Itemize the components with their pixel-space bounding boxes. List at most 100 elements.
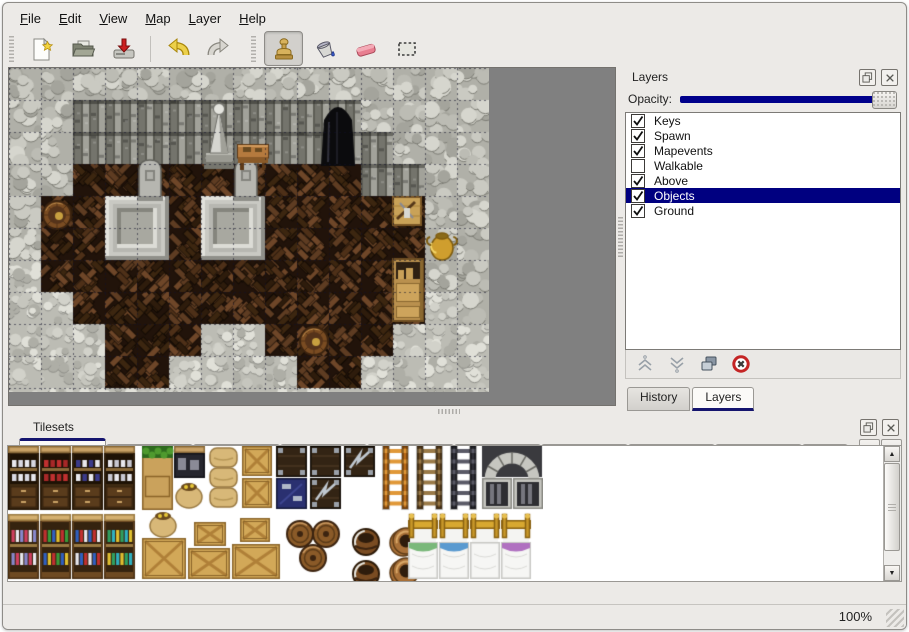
scrollbar-thumb[interactable]: [884, 463, 900, 551]
fill-tool-button[interactable]: [305, 31, 344, 66]
layer-visibility-checkbox[interactable]: [631, 204, 645, 218]
float-panel-button[interactable]: [859, 69, 876, 86]
checkmark-icon: [632, 190, 644, 202]
scroll-down-button[interactable]: ▼: [884, 565, 900, 581]
layer-name: Keys: [654, 114, 681, 128]
menu-item-map[interactable]: Map: [136, 8, 179, 29]
stamp-tool-button[interactable]: [264, 31, 303, 66]
layer-row-ground[interactable]: Ground: [626, 203, 900, 218]
open-folder-icon: [70, 36, 96, 62]
tileset-canvas[interactable]: [8, 446, 543, 581]
stamp-icon: [271, 36, 297, 62]
close-panel-button[interactable]: [881, 69, 898, 86]
layer-row-mapevents[interactable]: Mapevents: [626, 143, 900, 158]
layer-name: Above: [654, 174, 688, 188]
new-file-button[interactable]: [22, 31, 61, 66]
tilesets-panel-title: Tilesets: [7, 420, 74, 434]
toolbar-separator: [150, 36, 151, 62]
checkmark-icon: [632, 175, 644, 187]
raise-layer-button[interactable]: [632, 352, 658, 376]
toolbar-grip[interactable]: [9, 36, 14, 62]
toolbar-grip-2[interactable]: [251, 36, 256, 62]
lower-layer-button[interactable]: [664, 352, 690, 376]
select-tool-button[interactable]: [387, 31, 426, 66]
layer-visibility-checkbox[interactable]: [631, 144, 645, 158]
menu-item-help[interactable]: Help: [230, 8, 275, 29]
map-canvas[interactable]: [9, 68, 489, 392]
layer-visibility-checkbox[interactable]: [631, 189, 645, 203]
layer-row-keys[interactable]: Keys: [626, 113, 900, 128]
menu-bar: FileEditViewMapLayerHelp: [3, 7, 275, 29]
up-arrow-icon: ▲: [889, 451, 896, 458]
splitter-grip-h: [438, 409, 460, 414]
checkmark-icon: [632, 130, 644, 142]
raise-layer-icon: [635, 354, 655, 374]
layers-dock: Layers Opacity: KeysSpawnMapeventsW: [625, 67, 901, 407]
checkmark-icon: [632, 115, 644, 127]
layer-visibility-checkbox[interactable]: [631, 174, 645, 188]
layer-name: Spawn: [654, 129, 691, 143]
duplicate-layer-icon: [699, 354, 719, 374]
opacity-slider[interactable]: [680, 96, 896, 103]
layer-visibility-checkbox[interactable]: [631, 114, 645, 128]
vertical-splitter[interactable]: [617, 67, 625, 406]
delete-layer-button[interactable]: [728, 352, 754, 376]
eraser-icon: [353, 36, 379, 62]
layer-row-spawn[interactable]: Spawn: [626, 128, 900, 143]
duplicate-layer-button[interactable]: [696, 352, 722, 376]
tileset-scrollbar[interactable]: ▲ ▼: [883, 446, 901, 581]
float-icon: [862, 72, 873, 83]
scroll-up-button[interactable]: ▲: [884, 446, 900, 462]
eraser-tool-button[interactable]: [346, 31, 385, 66]
resize-grip[interactable]: [886, 609, 904, 627]
opacity-slider-handle[interactable]: [872, 91, 897, 109]
float-tilesets-button[interactable]: [860, 419, 877, 436]
tilesets-panel-titlebar: Tilesets: [7, 417, 902, 437]
down-arrow-icon: ▼: [889, 570, 896, 577]
close-icon: [885, 73, 895, 83]
layer-name: Ground: [654, 204, 694, 218]
paint-bucket-icon: [312, 36, 338, 62]
float-icon: [863, 422, 874, 433]
checkmark-icon: [632, 145, 644, 157]
open-file-button[interactable]: [63, 31, 102, 66]
delete-layer-icon: [731, 354, 751, 374]
horizontal-splitter[interactable]: [3, 406, 906, 417]
status-bar: 100%: [3, 604, 906, 629]
zoom-level: 100%: [839, 609, 872, 624]
new-file-icon: [29, 36, 55, 62]
layer-name: Objects: [654, 189, 695, 203]
layer-list[interactable]: KeysSpawnMapeventsWalkableAboveObjectsGr…: [625, 112, 901, 350]
map-view[interactable]: [8, 67, 616, 406]
layer-actions: [625, 350, 901, 379]
save-file-button[interactable]: [104, 31, 143, 66]
layers-panel-titlebar: Layers: [625, 67, 901, 87]
layer-row-objects[interactable]: Objects: [626, 188, 900, 203]
layer-name: Walkable: [654, 159, 703, 173]
undo-icon: [165, 36, 191, 62]
layer-name: Mapevents: [654, 144, 713, 158]
undo-button[interactable]: [158, 31, 197, 66]
tilesets-panel: Tilesets tiles_2_5✕tiles_1_3✕tiles_1_4✕t…: [7, 417, 902, 605]
lower-layer-icon: [667, 354, 687, 374]
close-tilesets-button[interactable]: [882, 419, 899, 436]
opacity-row: Opacity:: [625, 87, 901, 111]
splitter-grip: [618, 217, 623, 257]
app-window: FileEditViewMapLayerHelp: [2, 2, 907, 630]
menu-item-view[interactable]: View: [90, 8, 136, 29]
selection-rectangle-icon: [394, 36, 420, 62]
redo-button[interactable]: [199, 31, 238, 66]
redo-icon: [206, 36, 232, 62]
layers-panel-title: Layers: [625, 70, 668, 84]
tileset-content[interactable]: ▲ ▼: [7, 445, 902, 582]
layer-visibility-checkbox[interactable]: [631, 129, 645, 143]
menu-item-file[interactable]: File: [11, 8, 50, 29]
menu-item-layer[interactable]: Layer: [180, 8, 231, 29]
layer-visibility-checkbox[interactable]: [631, 159, 645, 173]
layer-row-walkable[interactable]: Walkable: [626, 158, 900, 173]
layer-row-above[interactable]: Above: [626, 173, 900, 188]
menu-item-edit[interactable]: Edit: [50, 8, 90, 29]
save-icon: [111, 36, 137, 62]
checkmark-icon: [632, 205, 644, 217]
opacity-label: Opacity:: [628, 92, 672, 106]
